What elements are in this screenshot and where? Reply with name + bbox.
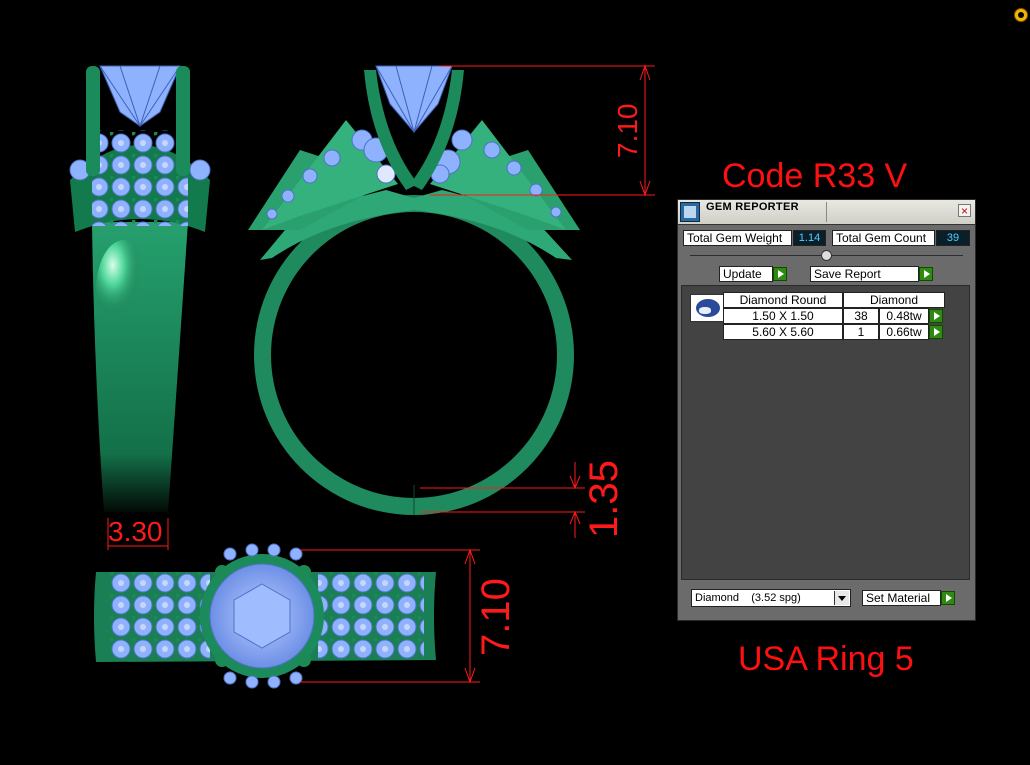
gem-reporter-titlebar[interactable]: GEM REPORTER × (678, 200, 975, 225)
dimension-shank-width: 3.30 (108, 516, 163, 547)
tool-icon[interactable] (1014, 8, 1028, 22)
row-1-count: 38 (843, 308, 879, 324)
titlebar-separator (826, 202, 827, 222)
top-view (94, 543, 436, 689)
dimension-shank-thickness: 1.35 (582, 460, 626, 538)
material-select-value: Diamond (3.52 spg) (695, 592, 801, 604)
code-label: Code R33 V (722, 157, 908, 195)
close-icon[interactable]: × (958, 204, 971, 217)
diamond-gem-icon[interactable] (690, 294, 724, 322)
gem-reporter-panel: GEM REPORTER × Total Gem Weight 1.14 Tot… (677, 199, 976, 621)
update-go-icon[interactable] (773, 267, 787, 281)
gem-reporter-icon (680, 202, 700, 222)
total-gem-weight-value: 1.14 (793, 230, 826, 246)
row-2-go-icon[interactable] (929, 325, 943, 339)
side-view (248, 65, 580, 515)
save-report-go-icon[interactable] (919, 267, 933, 281)
row-2-count: 1 (843, 324, 879, 340)
gem-list[interactable]: Diamond Round Diamond 1.50 X 1.50 38 0.4… (681, 285, 970, 580)
row-2-size: 5.60 X 5.60 (723, 324, 843, 340)
row-1-weight: 0.48tw (879, 308, 929, 324)
ring-size-label: USA Ring 5 (738, 640, 914, 678)
row-1-size: 1.50 X 1.50 (723, 308, 843, 324)
update-button[interactable]: Update (719, 266, 773, 282)
total-gem-count-label: Total Gem Count (832, 230, 935, 246)
set-material-go-icon[interactable] (941, 591, 955, 605)
dimension-top-width: 7.10 (474, 578, 518, 656)
header-stone-shape: Diamond Round (723, 292, 843, 308)
collapse-handle[interactable] (821, 250, 832, 261)
front-view (69, 65, 211, 512)
material-select[interactable]: Diamond (3.52 spg) (691, 589, 851, 607)
row-2-weight: 0.66tw (879, 324, 929, 340)
total-gem-weight-label: Total Gem Weight (683, 230, 792, 246)
save-report-button[interactable]: Save Report (810, 266, 919, 282)
chevron-down-icon[interactable] (834, 591, 849, 605)
gem-reporter-title: GEM REPORTER (706, 201, 799, 213)
header-material: Diamond (843, 292, 945, 308)
set-material-button[interactable]: Set Material (862, 590, 941, 606)
row-1-go-icon[interactable] (929, 309, 943, 323)
dimension-side-height: 7.10 (612, 103, 643, 159)
total-gem-count-value: 39 (936, 230, 970, 246)
